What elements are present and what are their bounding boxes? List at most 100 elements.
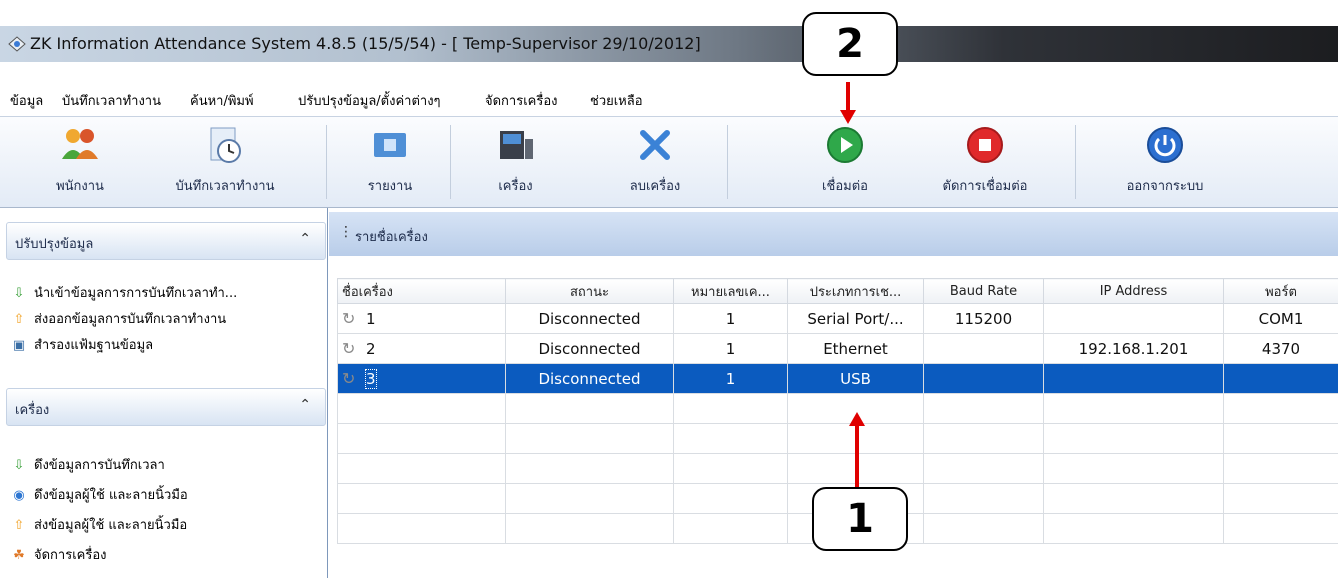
sidebar-item-import-attendance[interactable]: ⇩ นำเข้าข้อมูลการการบันทึกเวลาทำ...	[10, 282, 238, 303]
panel-header-device[interactable]: เครื่อง ⌃	[6, 388, 326, 426]
menu-device-management[interactable]: จัดการเครื่อง	[485, 90, 558, 111]
cell-ip-address	[1043, 363, 1224, 394]
disconnect-button[interactable]: ตัดการเชื่อมต่อ	[920, 117, 1050, 207]
device-name: 3	[365, 369, 377, 389]
employees-label: พนักงาน	[56, 179, 104, 194]
cell-ip-address: 192.168.1.201	[1043, 333, 1224, 364]
column-header-name[interactable]: ชื่อเครื่อง	[337, 278, 506, 304]
report-button[interactable]: รายงาน	[345, 117, 435, 207]
cell-port	[1223, 363, 1338, 394]
logout-label: ออกจากระบบ	[1126, 179, 1204, 194]
menu-data[interactable]: ข้อมูล	[10, 90, 43, 111]
sidebar-item-label: สำรองแฟ้มฐานข้อมูล	[34, 338, 154, 353]
table-row[interactable]: ↻ 2 Disconnected 1 Ethernet 192.168.1.201…	[337, 333, 1338, 364]
table-header-row: ชื่อเครื่อง สถานะ หมายเลขเค... ประเภทการ…	[337, 278, 1338, 304]
cell-number: 1	[673, 303, 788, 334]
cell-connection-type: Serial Port/...	[787, 303, 924, 334]
menu-attendance[interactable]: บันทึกเวลาทำงาน	[62, 90, 161, 111]
attendance-record-label: บันทึกเวลาทำงาน	[175, 179, 275, 194]
cell-port: COM1	[1223, 303, 1338, 334]
cell-port: 4370	[1223, 333, 1338, 364]
grip-icon: ⋮	[339, 224, 353, 240]
menu-settings[interactable]: ปรับปรุงข้อมูล/ตั้งค่าต่างๆ	[298, 90, 441, 111]
device-name: 1	[366, 310, 376, 328]
cell-name: ↻ 3	[337, 363, 506, 394]
cell-baud-rate	[923, 333, 1044, 364]
sidebar-item-download-attendance[interactable]: ⇩ ดึงข้อมูลการบันทึกเวลา	[10, 454, 165, 475]
refresh-icon: ↻	[342, 369, 356, 388]
sidebar-item-backup-database[interactable]: ▣ สำรองแฟ้มฐานข้อมูล	[10, 334, 153, 355]
collapse-chevron-icon[interactable]: ⌃	[299, 231, 311, 247]
report-label: รายงาน	[367, 179, 413, 194]
column-header-baud-rate[interactable]: Baud Rate	[923, 278, 1044, 304]
device-name: 2	[366, 340, 376, 358]
panel-title: ปรับปรุงข้อมูล	[15, 237, 94, 252]
column-header-port[interactable]: พอร์ต	[1223, 278, 1338, 304]
cell-name: ↻ 1	[337, 303, 506, 334]
cell-number: 1	[673, 333, 788, 364]
sidebar-item-label: ดึงข้อมูลผู้ใช้ และลายนิ้วมือ	[34, 488, 188, 503]
connect-play-icon	[827, 127, 863, 163]
orange-arrow-up-icon: ⇧	[13, 312, 25, 327]
device-manage-icon: ☘	[13, 548, 25, 563]
app-icon	[8, 36, 26, 52]
panel-header-update-data[interactable]: ปรับปรุงข้อมูล ⌃	[6, 222, 326, 260]
cell-name: ↻ 2	[337, 333, 506, 364]
toolbar-separator	[1075, 125, 1076, 199]
sidebar-item-label: ดึงข้อมูลการบันทึกเวลา	[34, 458, 165, 473]
sidebar: ปรับปรุงข้อมูล ⌃ ⇩ นำเข้าข้อมูลการการบันท…	[0, 208, 328, 578]
window-titlebar: ZK Information Attendance System 4.8.5 (…	[0, 26, 1338, 62]
empty-row	[337, 393, 1338, 424]
window-title: ZK Information Attendance System 4.8.5 (…	[30, 34, 701, 53]
empty-row	[337, 423, 1338, 454]
callout-1: 1	[812, 487, 908, 551]
panel-title: เครื่อง	[15, 403, 50, 418]
menu-bar: ข้อมูล บันทึกเวลาทำงาน ค้นหา/พิมพ์ ปรับป…	[0, 84, 1338, 114]
device-list-header: ⋮ รายชื่อเครื่อง	[329, 212, 1338, 256]
menu-search-print[interactable]: ค้นหา/พิมพ์	[190, 90, 254, 111]
device-button[interactable]: เครื่อง	[468, 117, 563, 207]
disconnect-stop-icon	[967, 127, 1003, 163]
attendance-record-button[interactable]: บันทึกเวลาทำงาน	[150, 117, 300, 207]
logout-button[interactable]: ออกจากระบบ	[1110, 117, 1220, 207]
column-header-number[interactable]: หมายเลขเค...	[673, 278, 788, 304]
toolbar: พนักงาน บันทึกเวลาทำงาน รายงาน เครื่อง ล…	[0, 116, 1338, 208]
annotation-arrow-1-line	[855, 425, 859, 487]
device-list-title: รายชื่อเครื่อง	[355, 230, 428, 245]
cell-connection-type: USB	[787, 363, 924, 394]
table-row-selected[interactable]: ↻ 3 Disconnected 1 USB	[337, 363, 1338, 394]
annotation-arrow-1-head	[849, 412, 865, 426]
cell-baud-rate: 115200	[923, 303, 1044, 334]
sidebar-item-download-users[interactable]: ◉ ดึงข้อมูลผู้ใช้ และลายนิ้วมือ	[10, 484, 188, 505]
blue-circle-icon: ◉	[13, 488, 25, 503]
sidebar-item-manage-device[interactable]: ☘ จัดการเครื่อง	[10, 544, 107, 565]
sidebar-item-label: จัดการเครื่อง	[34, 548, 107, 563]
cell-status: Disconnected	[505, 363, 674, 394]
collapse-chevron-icon[interactable]: ⌃	[299, 397, 311, 413]
sidebar-item-export-attendance[interactable]: ⇧ ส่งออกข้อมูลการบันทึกเวลาทำงาน	[10, 308, 227, 329]
cell-baud-rate	[923, 363, 1044, 394]
clock-document-icon	[210, 127, 241, 163]
annotation-arrow-2-line	[846, 82, 850, 112]
column-header-connection-type[interactable]: ประเภทการเช...	[787, 278, 924, 304]
delete-device-label: ลบเครื่อง	[629, 179, 681, 194]
refresh-icon: ↻	[342, 309, 356, 328]
cell-ip-address	[1043, 303, 1224, 334]
connect-button[interactable]: เชื่อมต่อ	[795, 117, 895, 207]
toolbar-separator	[326, 125, 327, 199]
employees-button[interactable]: พนักงาน	[20, 117, 140, 207]
column-header-ip-address[interactable]: IP Address	[1043, 278, 1224, 304]
menu-help[interactable]: ช่วยเหลือ	[590, 90, 643, 111]
users-icon	[62, 129, 98, 159]
column-header-status[interactable]: สถานะ	[505, 278, 674, 304]
delete-device-button[interactable]: ลบเครื่อง	[600, 117, 710, 207]
table-row[interactable]: ↻ 1 Disconnected 1 Serial Port/... 115200…	[337, 303, 1338, 334]
green-arrow-down-icon: ⇩	[13, 458, 25, 473]
toolbar-separator	[450, 125, 451, 199]
sidebar-item-label: นำเข้าข้อมูลการการบันทึกเวลาทำ...	[34, 286, 238, 301]
report-folder-icon	[374, 133, 406, 157]
sidebar-item-label: ส่งข้อมูลผู้ใช้ และลายนิ้วมือ	[34, 518, 188, 533]
sidebar-item-upload-users[interactable]: ⇧ ส่งข้อมูลผู้ใช้ และลายนิ้วมือ	[10, 514, 188, 535]
cell-connection-type: Ethernet	[787, 333, 924, 364]
disconnect-label: ตัดการเชื่อมต่อ	[942, 179, 1028, 194]
